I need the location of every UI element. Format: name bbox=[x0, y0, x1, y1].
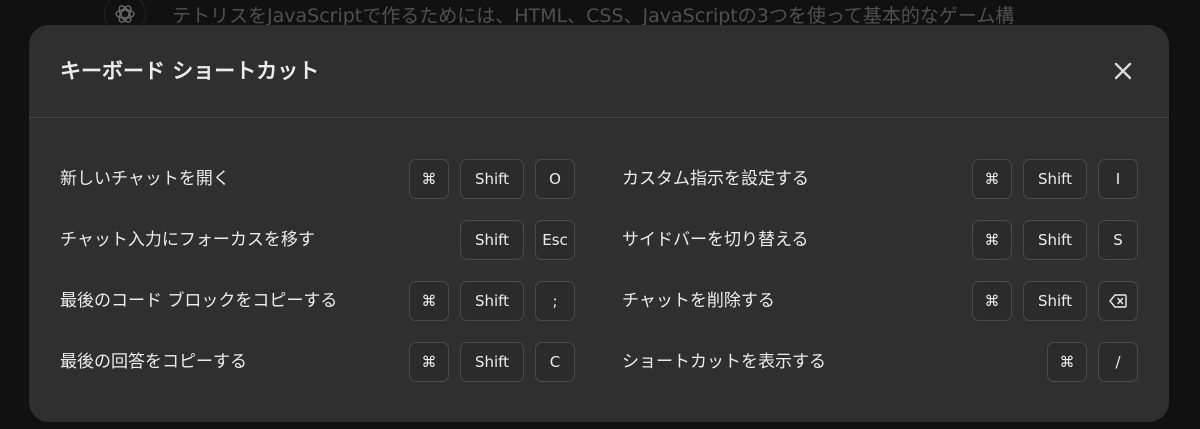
dialog-header: キーボード ショートカット bbox=[29, 25, 1169, 118]
shortcut-keys: ⌘ Shift S bbox=[972, 220, 1138, 260]
key-cap: Esc bbox=[535, 220, 575, 260]
key-cap: O bbox=[535, 159, 575, 199]
shortcut-row: サイドバーを切り替える ⌘ Shift S bbox=[622, 220, 1138, 260]
shortcut-row: 最後の回答をコピーする ⌘ Shift C bbox=[60, 342, 575, 382]
shortcut-keys: ⌘ / bbox=[1047, 342, 1138, 382]
shortcut-label: カスタム指示を設定する bbox=[622, 169, 809, 189]
backspace-key bbox=[1098, 281, 1138, 321]
shortcut-keys: ⌘ Shift bbox=[972, 281, 1138, 321]
shortcut-keys: Shift Esc bbox=[460, 220, 575, 260]
shortcut-label: 最後の回答をコピーする bbox=[60, 352, 247, 372]
key-cap: / bbox=[1098, 342, 1138, 382]
shift-key: Shift bbox=[460, 281, 524, 321]
key-cap: I bbox=[1098, 159, 1138, 199]
key-cap: C bbox=[535, 342, 575, 382]
shortcut-label: ショートカットを表示する bbox=[622, 352, 826, 372]
command-key: ⌘ bbox=[409, 342, 449, 382]
close-button[interactable] bbox=[1109, 57, 1137, 85]
key-cap: ; bbox=[535, 281, 575, 321]
shortcut-label: チャット入力にフォーカスを移す bbox=[60, 230, 315, 250]
shift-key: Shift bbox=[460, 159, 524, 199]
command-key: ⌘ bbox=[972, 220, 1012, 260]
shortcut-label: 新しいチャットを開く bbox=[60, 169, 230, 189]
command-key: ⌘ bbox=[972, 281, 1012, 321]
shortcut-row: 新しいチャットを開く ⌘ Shift O bbox=[60, 159, 575, 199]
command-key: ⌘ bbox=[972, 159, 1012, 199]
shortcut-label: 最後のコード ブロックをコピーする bbox=[60, 291, 338, 311]
shortcut-label: チャットを削除する bbox=[622, 291, 775, 311]
shortcut-label: サイドバーを切り替える bbox=[622, 230, 809, 250]
key-cap: S bbox=[1098, 220, 1138, 260]
shift-key: Shift bbox=[1023, 220, 1087, 260]
shift-key: Shift bbox=[1023, 281, 1087, 321]
shift-key: Shift bbox=[460, 220, 524, 260]
shortcut-keys: ⌘ Shift; bbox=[409, 281, 575, 321]
command-key: ⌘ bbox=[409, 159, 449, 199]
shortcut-row: チャット入力にフォーカスを移す Shift Esc bbox=[60, 220, 575, 260]
shift-key: Shift bbox=[1023, 159, 1087, 199]
shortcut-row: ショートカットを表示する ⌘ / bbox=[622, 342, 1138, 382]
shortcut-row: カスタム指示を設定する ⌘ Shift I bbox=[622, 159, 1138, 199]
command-key: ⌘ bbox=[409, 281, 449, 321]
background-message-text: テトリスをJavaScriptで作るためには、HTML、CSS、JavaScri… bbox=[172, 4, 1015, 27]
keyboard-shortcuts-dialog: キーボード ショートカット 新しいチャットを開く ⌘ Shift O チャット入力にフォ… bbox=[29, 25, 1169, 422]
close-icon bbox=[1114, 62, 1132, 80]
backspace-icon bbox=[1109, 294, 1127, 308]
shortcut-keys: ⌘ Shift I bbox=[972, 159, 1138, 199]
shortcut-row: 最後のコード ブロックをコピーする ⌘ Shift; bbox=[60, 281, 575, 321]
shortcut-keys: ⌘ Shift C bbox=[409, 342, 575, 382]
shift-key: Shift bbox=[460, 342, 524, 382]
dialog-title: キーボード ショートカット bbox=[60, 59, 320, 83]
shortcut-row: チャットを削除する ⌘ Shift bbox=[622, 281, 1138, 321]
shortcut-keys: ⌘ Shift O bbox=[409, 159, 575, 199]
command-key: ⌘ bbox=[1047, 342, 1087, 382]
